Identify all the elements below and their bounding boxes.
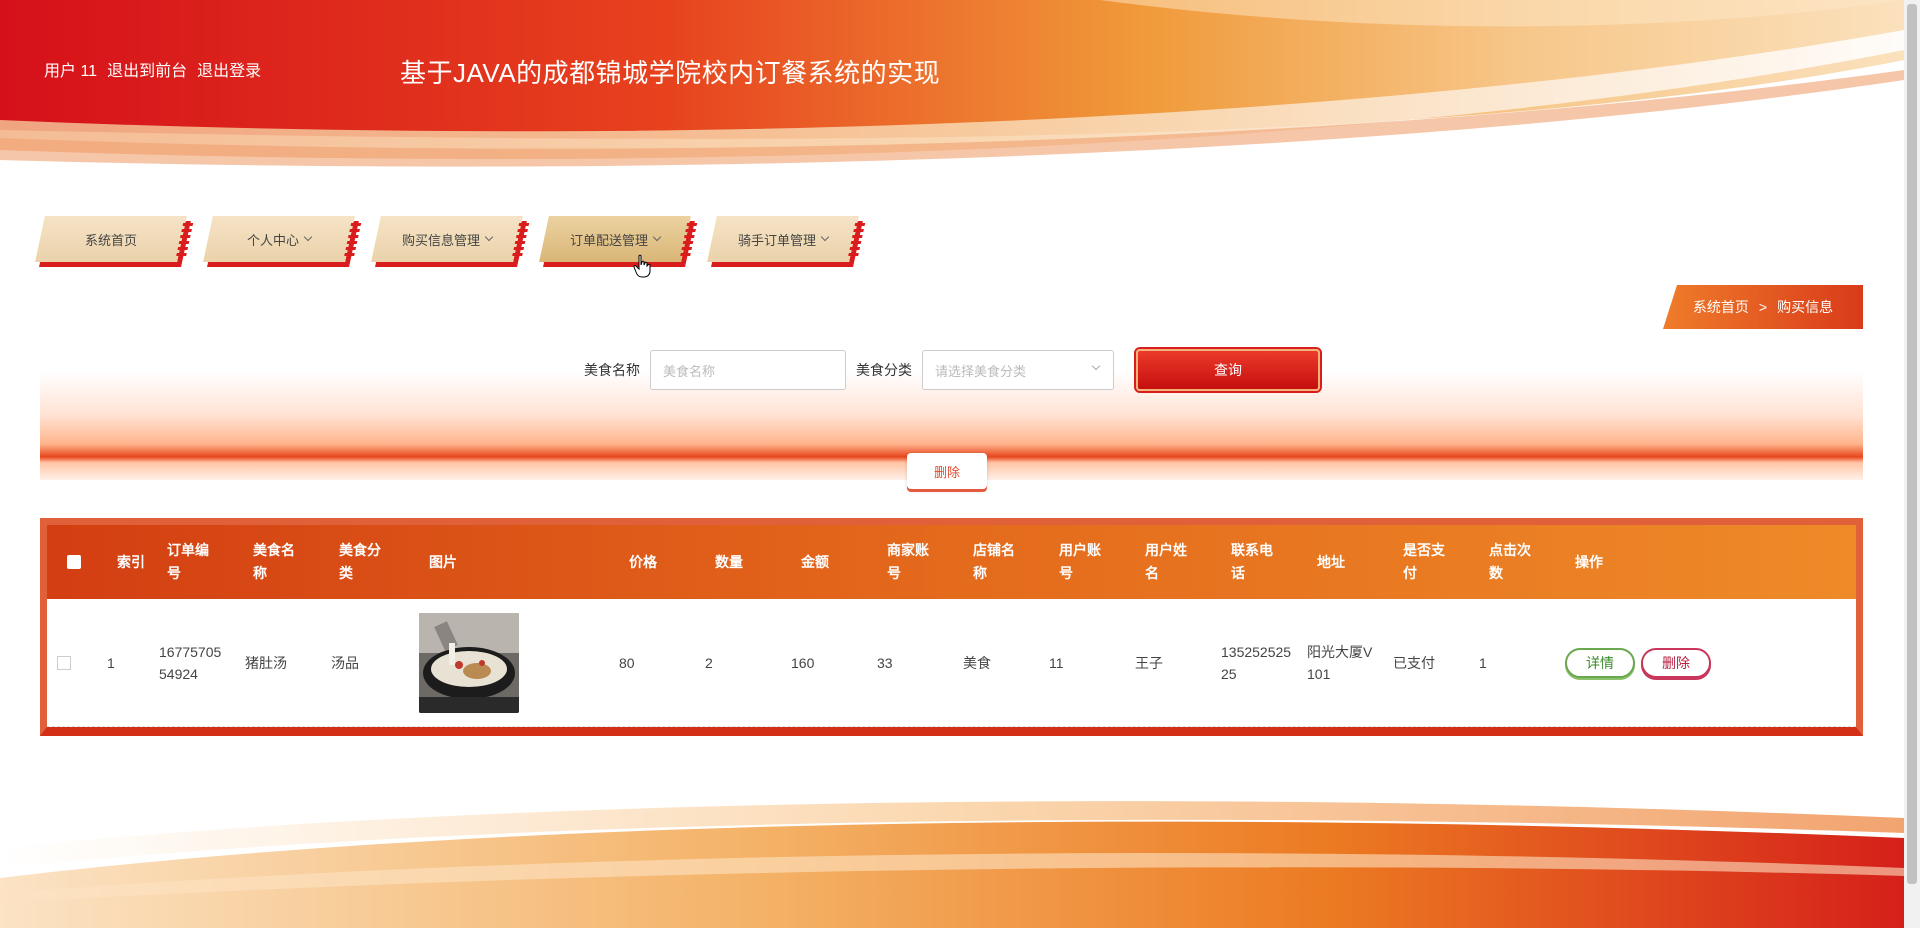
food-image[interactable]	[419, 612, 519, 713]
soup-image-graphic	[419, 612, 519, 713]
header-wave-graphic	[0, 0, 1904, 190]
batch-delete-button[interactable]: 删除	[907, 453, 987, 489]
search-row: 美食名称 美食名称 美食分类 请选择美食分类 查询	[0, 349, 1904, 391]
header-price: 价格	[629, 553, 657, 570]
cell-shop-name: 美食	[963, 654, 991, 671]
purchase-table: 索引 订单编号 美食名称 美食分类 图片 价格 数量 金额 商家账号 店铺名称 …	[40, 518, 1863, 736]
food-name-input[interactable]: 美食名称	[650, 350, 846, 390]
cell-user-name: 王子	[1135, 654, 1163, 671]
nav-item-home[interactable]: 系统首页	[35, 214, 194, 264]
nav-item-purchase-info[interactable]: 购买信息管理	[371, 214, 530, 264]
nav-item-label-wrap: 购买信息管理	[376, 214, 518, 264]
cell-address: 阳光大厦V101	[1307, 643, 1373, 682]
query-button[interactable]: 查询	[1136, 349, 1320, 391]
breadcrumb-home[interactable]: 系统首页	[1693, 297, 1749, 317]
cell-index: 1	[107, 654, 115, 671]
breadcrumb: 系统首页 > 购买信息	[1663, 285, 1863, 329]
food-category-select[interactable]: 请选择美食分类	[922, 350, 1114, 390]
header-actions: 操作	[1575, 553, 1603, 570]
select-all-cell	[67, 525, 81, 599]
cell-order-no: 1677570554924	[159, 643, 222, 682]
nav-item-label-wrap: 系统首页	[40, 214, 182, 264]
chevron-down-icon	[303, 232, 313, 242]
header-order-no: 订单编号	[167, 542, 209, 581]
cell-phone: 13525252525	[1221, 643, 1292, 682]
breadcrumb-separator: >	[1758, 299, 1768, 315]
header-clicks: 点击次数	[1489, 542, 1531, 581]
cell-merchant-account: 33	[877, 654, 893, 671]
breadcrumb-current: 购买信息	[1777, 299, 1834, 315]
nav-item-label: 订单配送管理	[569, 232, 648, 248]
main-nav: 系统首页 个人中心 购买信息管理 订单配送管理 骑手订单管理	[35, 214, 866, 264]
nav-item-label: 购买信息管理	[401, 232, 480, 248]
site-title: 基于JAVA的成都锦城学院校内订餐系统的实现	[400, 58, 941, 88]
vertical-scrollbar[interactable]	[1904, 0, 1920, 928]
header-shop-name: 店铺名称	[973, 542, 1015, 581]
header-user-account: 用户账号	[1059, 542, 1101, 581]
nav-item-label: 个人中心	[246, 232, 299, 248]
to-frontend-link[interactable]: 退出到前台	[107, 57, 187, 81]
header-food-name: 美食名称	[253, 542, 295, 581]
cell-food-category: 汤品	[331, 654, 359, 671]
food-category-placeholder: 请选择美食分类	[935, 363, 1027, 379]
nav-item-label-wrap: 订单配送管理	[544, 214, 686, 264]
nav-item-personal-center[interactable]: 个人中心	[203, 214, 362, 264]
chevron-down-icon	[820, 232, 830, 242]
chevron-down-icon	[1091, 361, 1101, 371]
detail-button[interactable]: 详情	[1565, 647, 1635, 678]
row-delete-button[interactable]: 删除	[1641, 647, 1711, 678]
nav-item-label: 系统首页	[84, 232, 137, 248]
header-phone: 联系电话	[1231, 542, 1273, 581]
cell-amount: 160	[791, 654, 815, 671]
hand-cursor-icon	[633, 254, 651, 278]
nav-item-label: 骑手订单管理	[737, 232, 816, 248]
row-checkbox-cell	[57, 599, 71, 726]
header-image: 图片	[429, 553, 457, 570]
nav-item-label-wrap: 骑手订单管理	[712, 214, 854, 264]
food-category-label: 美食分类	[856, 362, 912, 378]
nav-item-label-wrap: 个人中心	[208, 214, 350, 264]
footer-banner	[0, 778, 1904, 928]
header-merchant-account: 商家账号	[887, 542, 929, 581]
logout-link[interactable]: 退出登录	[197, 57, 261, 81]
header-food-category: 美食分类	[339, 542, 381, 581]
user-label: 用户 11	[44, 63, 98, 80]
header-address: 地址	[1317, 553, 1345, 570]
footer-wave-graphic	[0, 778, 1904, 928]
nav-item-rider-orders[interactable]: 骑手订单管理	[707, 214, 866, 264]
header-user-name: 用户姓名	[1145, 542, 1187, 581]
cell-food-name: 猪肚汤	[245, 654, 287, 671]
food-name-label: 美食名称	[584, 362, 640, 378]
select-all-checkbox[interactable]	[67, 555, 81, 569]
header-amount: 金额	[801, 553, 829, 570]
table-header: 索引 订单编号 美食名称 美食分类 图片 价格 数量 金额 商家账号 店铺名称 …	[47, 525, 1856, 599]
cell-price: 80	[619, 654, 635, 671]
nav-item-order-delivery[interactable]: 订单配送管理	[539, 214, 698, 264]
cell-clicks: 1	[1479, 654, 1487, 671]
cell-user-account: 11	[1049, 654, 1064, 671]
chevron-down-icon	[484, 232, 494, 242]
row-checkbox[interactable]	[57, 655, 71, 670]
cell-actions: 详情 删除	[1565, 599, 1711, 726]
header-banner: 用户 11 退出到前台 退出登录 基于JAVA的成都锦城学院校内订餐系统的实现	[0, 0, 1904, 190]
chevron-down-icon	[652, 232, 662, 242]
header-quantity: 数量	[715, 553, 743, 570]
table-row: 1 1677570554924 猪肚汤 汤品 80 2 160 33 美食 11…	[47, 599, 1856, 727]
header-is-paid: 是否支付	[1403, 542, 1445, 581]
cell-quantity: 2	[705, 654, 713, 671]
scrollbar-thumb[interactable]	[1907, 4, 1917, 884]
header-index: 索引	[117, 553, 145, 570]
cell-is-paid: 已支付	[1393, 654, 1435, 671]
cell-image	[419, 599, 519, 726]
